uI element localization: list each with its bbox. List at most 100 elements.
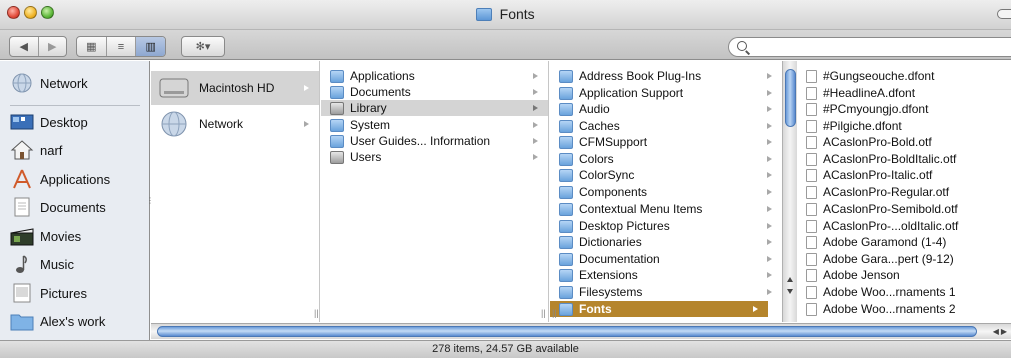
folder-icon — [330, 134, 344, 148]
back-button[interactable]: ◀ — [10, 37, 39, 56]
list-item-documentation[interactable]: Documentation — [550, 251, 782, 267]
column-view-button[interactable]: ▥ — [136, 37, 165, 56]
sidebar-resize-handle[interactable]: ⋮ — [146, 196, 154, 208]
list-item-colorsync[interactable]: ColorSync — [550, 167, 782, 183]
music-icon — [16, 255, 27, 273]
list-item-applications[interactable]: Applications — [321, 68, 548, 84]
disclosure-arrow-icon — [533, 138, 538, 144]
list-item-application-support[interactable]: Application Support — [550, 85, 782, 101]
icon-view-button[interactable]: ▦ — [77, 37, 107, 56]
list-view-button[interactable]: ≡ — [107, 37, 137, 56]
sidebar-item-pictures[interactable]: Pictures — [0, 280, 150, 306]
sidebar-item-label: Desktop — [40, 114, 88, 130]
list-item-desktop-pictures[interactable]: Desktop Pictures — [550, 218, 782, 234]
list-item-label: Caches — [579, 119, 620, 133]
sidebar-item-label: Documents — [40, 199, 106, 215]
list-item-documents[interactable]: Documents — [321, 84, 548, 100]
folder-icon — [559, 302, 573, 316]
font-file-icon — [806, 252, 817, 266]
search-input[interactable] — [753, 39, 1003, 55]
documents-icon — [14, 197, 30, 217]
list-item-font-file[interactable]: #Pilgiche.dfont — [797, 118, 1011, 134]
scroll-up-arrow-icon[interactable] — [787, 277, 793, 282]
folder-icon — [330, 85, 344, 99]
list-item-library[interactable]: Library — [321, 100, 548, 116]
folder-icon — [559, 86, 573, 100]
list-item-filesystems[interactable]: Filesystems — [550, 284, 782, 300]
list-item-label: Adobe Jenson — [823, 268, 900, 282]
disclosure-arrow-icon — [533, 105, 538, 111]
folder-icon — [330, 69, 344, 83]
scroll-arrows-icon[interactable]: ◀▶ — [993, 327, 1009, 336]
list-item-label: Extensions — [579, 268, 638, 282]
scroll-down-arrow-icon[interactable] — [787, 289, 793, 294]
column-resize-handle[interactable]: || — [314, 308, 319, 318]
column-resize-handle[interactable]: || — [552, 308, 557, 318]
column-library: Address Book Plug-Ins Application Suppor… — [550, 61, 782, 322]
font-file-icon — [806, 69, 817, 83]
list-item-address-book-plug-ins[interactable]: Address Book Plug-Ins — [550, 68, 782, 84]
scrollbar-thumb[interactable] — [157, 326, 977, 337]
folder-icon — [559, 168, 573, 182]
search-field[interactable] — [728, 37, 1011, 57]
list-item-font-file[interactable]: ACaslonPro-BoldItalic.otf — [797, 151, 1011, 167]
toolbar: ◀ ▶ ▦ ≡ ▥ ✻▾ — [0, 30, 1011, 60]
list-item-audio[interactable]: Audio — [550, 101, 782, 117]
list-item-font-file[interactable]: Adobe Gara...pert (9-12) — [797, 251, 1011, 267]
list-item-font-file[interactable]: #HeadlineA.dfont — [797, 85, 1011, 101]
toolbar-toggle-button[interactable] — [997, 9, 1011, 19]
font-file-icon — [806, 135, 817, 149]
sidebar-item-documents[interactable]: Documents — [0, 194, 150, 220]
list-item-components[interactable]: Components — [550, 184, 782, 200]
column-scrollbar[interactable] — [782, 61, 797, 322]
sidebar-item-network[interactable]: Network — [0, 70, 150, 96]
sidebar-item-desktop[interactable]: Desktop — [0, 109, 150, 135]
list-item-label: ACaslonPro-Regular.otf — [823, 185, 950, 199]
list-item-fonts[interactable]: Fonts — [550, 301, 768, 317]
list-item-user-guides[interactable]: User Guides... Information — [321, 133, 548, 149]
folder-icon — [559, 69, 573, 83]
list-item-font-file[interactable]: Adobe Woo...rnaments 2 — [797, 301, 1011, 317]
list-item-dictionaries[interactable]: Dictionaries — [550, 234, 782, 250]
disclosure-arrow-icon — [304, 85, 309, 91]
list-item-users[interactable]: Users — [321, 149, 548, 165]
font-file-icon — [806, 102, 817, 116]
column-resize-handle[interactable]: || — [541, 308, 546, 318]
list-item-system[interactable]: System — [321, 117, 548, 133]
sidebar-item-movies[interactable]: Movies — [0, 223, 150, 249]
list-item-caches[interactable]: Caches — [550, 118, 782, 134]
list-item-label: #Pilgiche.dfont — [823, 119, 902, 133]
sidebar-item-applications[interactable]: Applications — [0, 166, 150, 192]
list-item-contextual-menu-items[interactable]: Contextual Menu Items — [550, 201, 782, 217]
list-item-font-file[interactable]: Adobe Woo...rnaments 1 — [797, 284, 1011, 300]
list-item-cfmsupport[interactable]: CFMSupport — [550, 134, 782, 150]
list-item-font-file[interactable]: ACaslonPro-Semibold.otf — [797, 201, 1011, 217]
back-forward-control: ◀ ▶ — [9, 36, 67, 57]
list-item-network[interactable]: Network — [151, 107, 319, 141]
list-item-font-file[interactable]: ACaslonPro-Italic.otf — [797, 167, 1011, 183]
list-item-font-file[interactable]: Adobe Jenson — [797, 267, 1011, 283]
action-menu-button[interactable]: ✻▾ — [182, 37, 224, 56]
list-item-font-file[interactable]: Adobe Garamond (1-4) — [797, 234, 1011, 250]
disclosure-arrow-icon — [767, 172, 772, 178]
list-item-font-file[interactable]: ACaslonPro-Bold.otf — [797, 134, 1011, 150]
font-file-icon — [806, 219, 817, 233]
list-item-font-file[interactable]: #PCmyoungjo.dfont — [797, 101, 1011, 117]
scrollbar-thumb[interactable] — [785, 69, 796, 127]
list-item-label: Colors — [579, 152, 614, 166]
list-item-colors[interactable]: Colors — [550, 151, 782, 167]
sidebar-item-alexs-work[interactable]: Alex's work — [0, 308, 150, 334]
list-item-extensions[interactable]: Extensions — [550, 267, 782, 283]
list-item-font-file[interactable]: ACaslonPro-...oldItalic.otf — [797, 218, 1011, 234]
list-item-font-file[interactable]: ACaslonPro-Regular.otf — [797, 184, 1011, 200]
list-item-label: ACaslonPro-Bold.otf — [823, 135, 932, 149]
horizontal-scrollbar[interactable]: ◀▶ — [151, 323, 1011, 339]
disclosure-arrow-icon — [767, 223, 772, 229]
list-item-font-file[interactable]: #Gungseouche.dfont — [797, 68, 1011, 84]
sidebar-item-narf[interactable]: narf — [0, 137, 150, 163]
font-file-icon — [806, 119, 817, 133]
disclosure-arrow-icon — [533, 154, 538, 160]
sidebar-item-music[interactable]: Music — [0, 251, 150, 277]
forward-button[interactable]: ▶ — [39, 37, 67, 56]
list-item-macintosh-hd[interactable]: Macintosh HD — [151, 71, 319, 105]
